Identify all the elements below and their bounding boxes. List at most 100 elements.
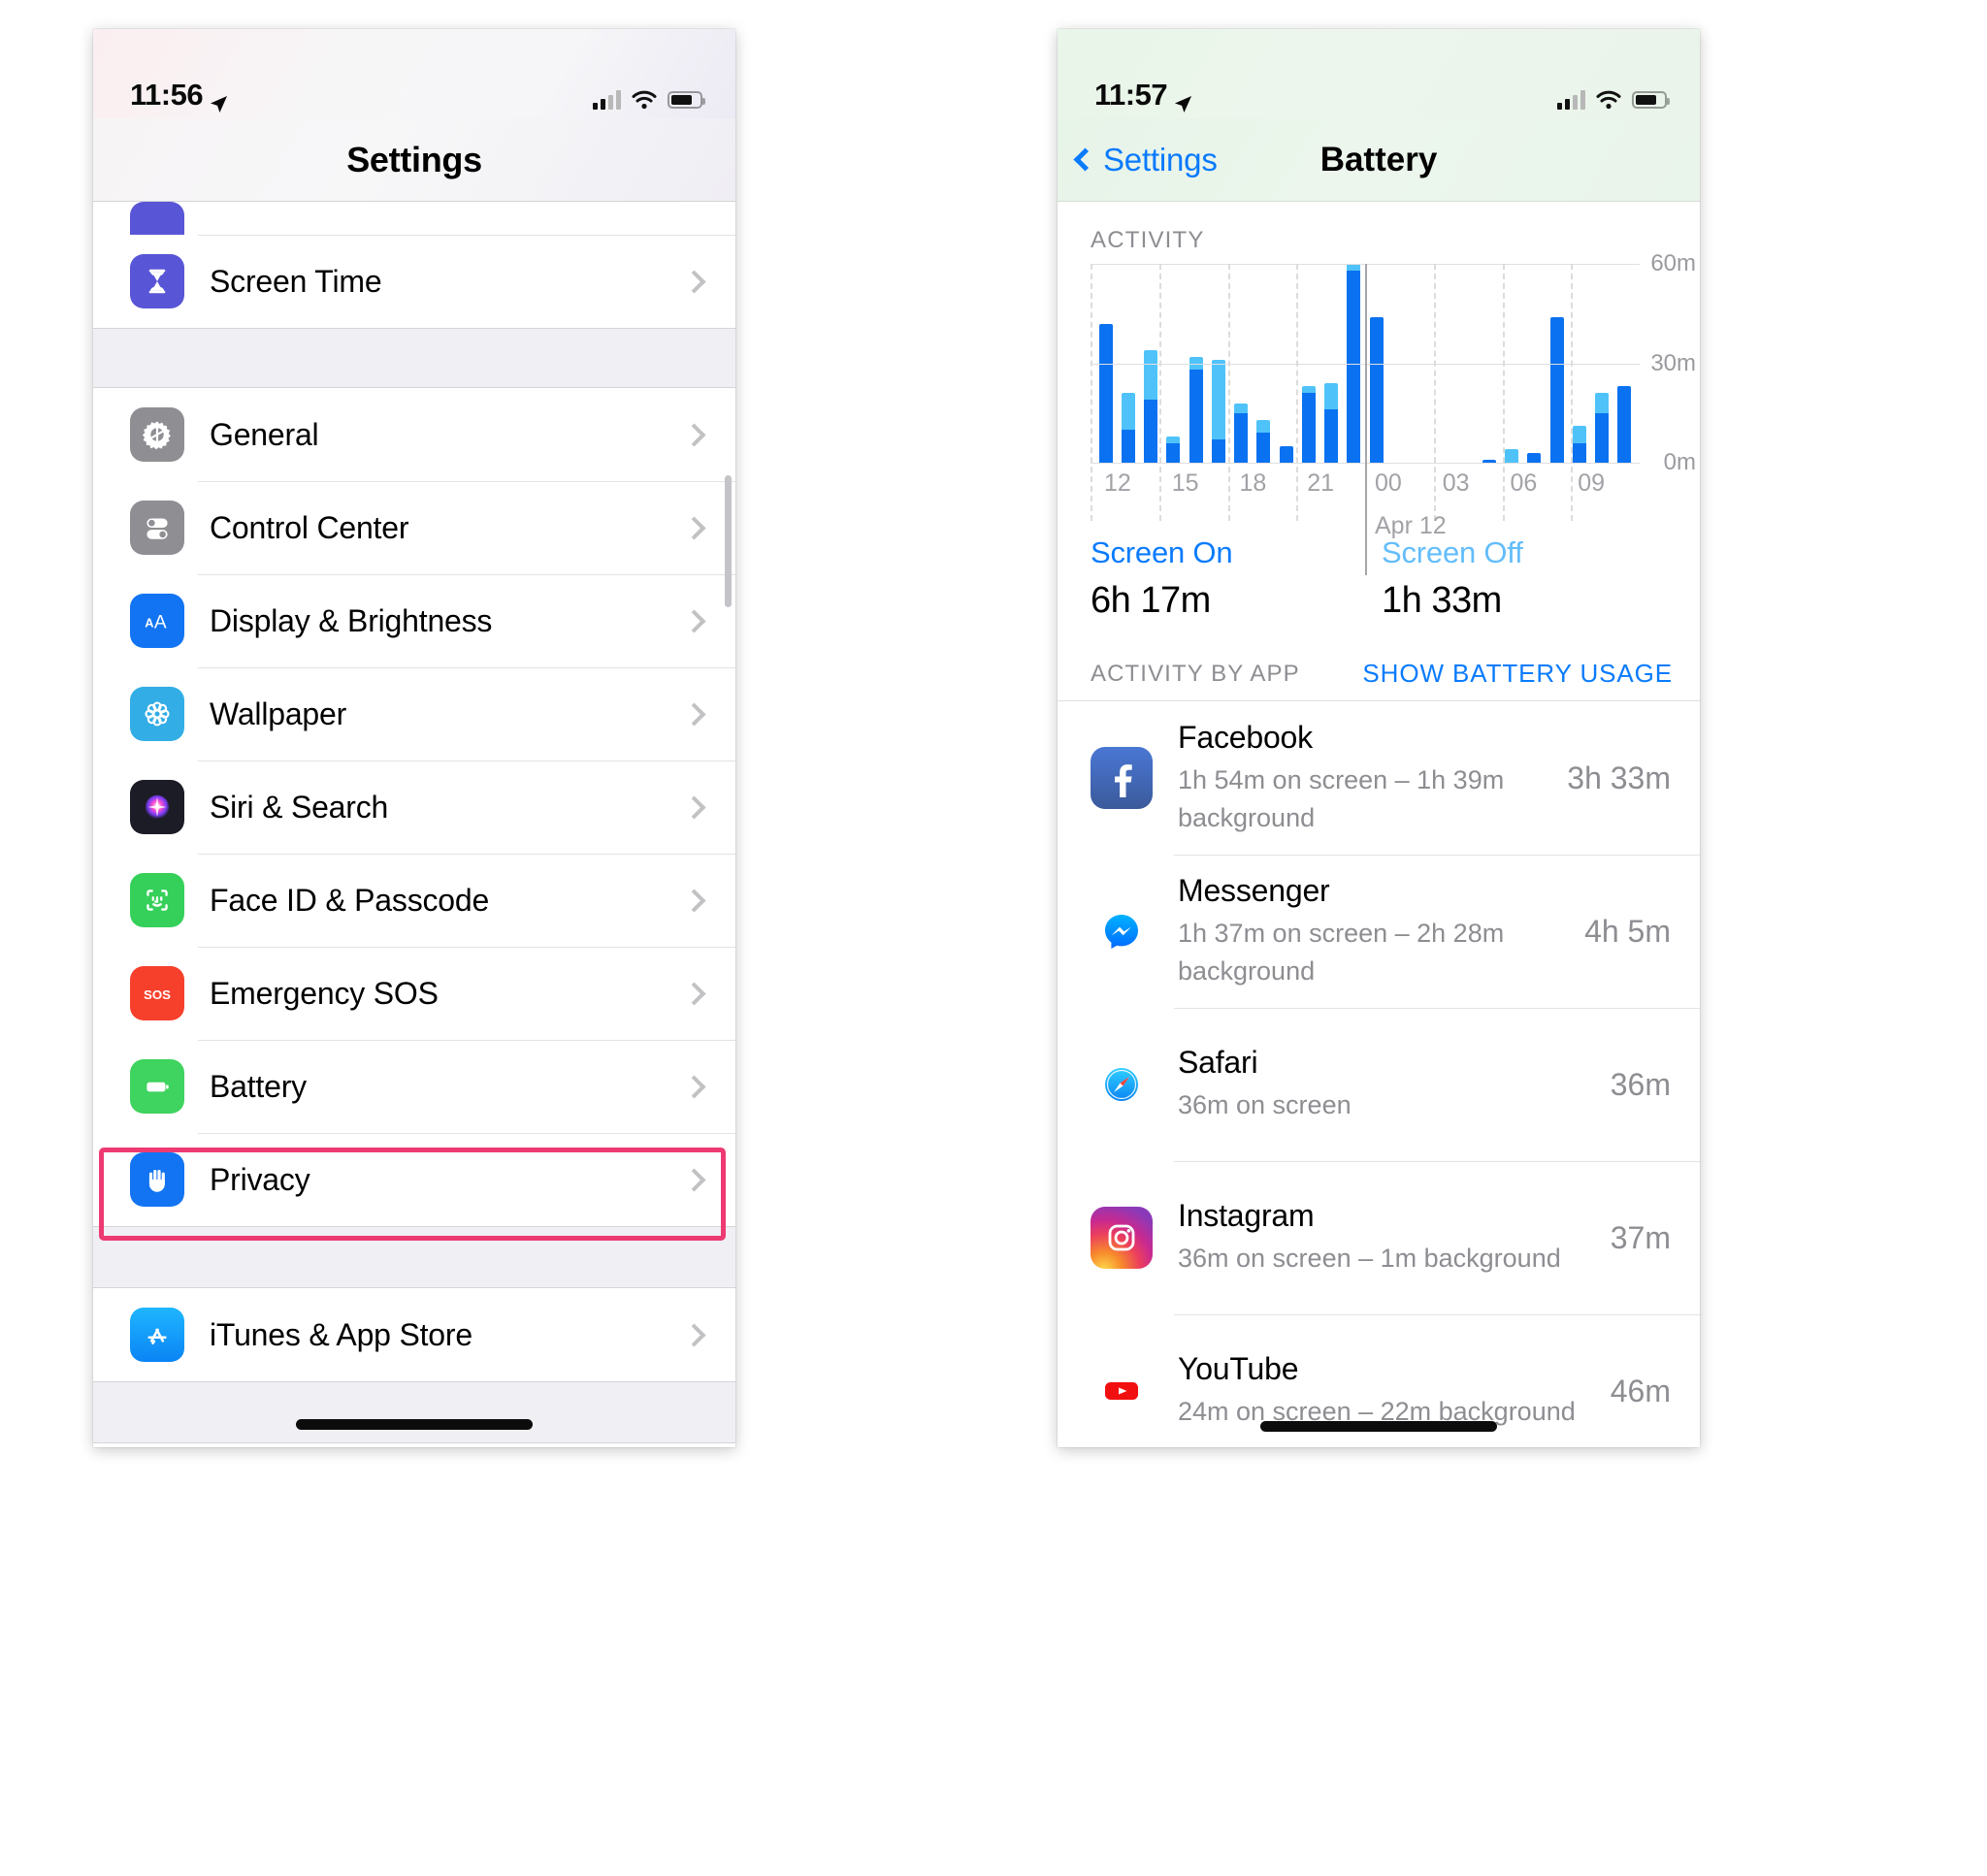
chart-x-tick-label: 21 [1307, 469, 1335, 497]
sidebar-item-screen-time[interactable]: Screen Time [93, 235, 735, 328]
location-arrow-icon [210, 86, 228, 113]
svg-text:SOS: SOS [144, 987, 171, 1002]
battery-icon [668, 90, 705, 109]
sidebar-item-label: Emergency SOS [210, 975, 439, 1011]
chart-x-tick-label: 15 [1171, 469, 1199, 497]
navigation-bar: Settings [93, 118, 735, 202]
activity-by-app-label: ACTIVITY BY APP [1091, 660, 1300, 687]
sidebar-item-wallpaper[interactable]: Wallpaper [93, 667, 735, 760]
activity-by-app-header-row: ACTIVITY BY APP SHOW BATTERY USAGE [1058, 622, 1700, 701]
list-item[interactable]: Safari 36m on screen 36m [1058, 1008, 1700, 1161]
sidebar-item-label: Battery [210, 1068, 307, 1104]
screenshot-stage: 11:56 Settings Screen Time General Contr… [0, 0, 1987, 1876]
chart-bar [1121, 393, 1135, 463]
chart-x-tick-label: 03 [1442, 469, 1470, 497]
scrollbar[interactable] [725, 475, 732, 607]
iphone-battery-screen: 11:57 Settings Battery ACTIVITY 0m 30m 6… [1058, 29, 1700, 1447]
list-group-separator [93, 328, 735, 388]
sidebar-item-display-brightness[interactable]: A A Display & Brightness [93, 574, 735, 667]
chart-bar-segment-screen-on [1144, 400, 1158, 463]
chart-bar-segment-screen-on [1549, 316, 1564, 463]
sidebar-item-general[interactable]: General [93, 388, 735, 481]
page-title: Settings [346, 139, 482, 179]
toggles-icon [130, 501, 184, 555]
show-battery-usage-button[interactable]: SHOW BATTERY USAGE [1362, 659, 1673, 689]
sidebar-item-privacy[interactable]: Privacy [93, 1133, 735, 1226]
chart-bar-segment-screen-off [1256, 419, 1271, 434]
app-name: Instagram [1178, 1198, 1315, 1234]
chart-bar [1098, 323, 1113, 463]
chart-bar [1256, 419, 1271, 463]
chart-bar [1505, 449, 1519, 463]
instagram-icon [1091, 1207, 1153, 1269]
sidebar-item-emergency-sos[interactable]: SOS Emergency SOS [93, 947, 735, 1040]
battery-content: ACTIVITY 0m 30m 60m 12 15 18 21 00 03 06 09 Apr 1… [1058, 202, 1700, 1447]
chart-y-tick-label: 60m [1650, 250, 1696, 276]
settings-row-partial[interactable] [93, 202, 735, 235]
chart-plot-area: 0m 30m 60m [1091, 250, 1696, 575]
chart-bar-segment-screen-on [1098, 323, 1113, 463]
flower-icon [130, 687, 184, 741]
sidebar-item-passwords-accounts[interactable]: Passwords & Accounts [93, 1443, 735, 1447]
chart-bar [1301, 386, 1316, 463]
chart-bar-segment-screen-off [1211, 360, 1225, 440]
chart-x-tick-label: 09 [1578, 469, 1606, 497]
chart-bar-segment-screen-off [1572, 426, 1586, 443]
svg-text:A: A [154, 612, 167, 632]
settings-list[interactable]: Screen Time General Control Center A A D… [93, 202, 735, 1447]
list-item[interactable]: Facebook 1h 54m on screen – 1h 39m backg… [1058, 701, 1700, 855]
gear-icon [130, 407, 184, 462]
list-item-text: Instagram 36m on screen – 1m background [1178, 1198, 1597, 1277]
chart-bar [1369, 316, 1384, 463]
activity-section-header: ACTIVITY [1091, 227, 1205, 253]
chart-x-tick-label: 06 [1510, 469, 1538, 497]
chart-bar [1144, 349, 1158, 463]
chart-bar-segment-screen-on [1121, 429, 1135, 463]
home-indicator [1260, 1421, 1497, 1432]
chart-bar-segment-screen-on [1595, 412, 1610, 463]
list-item[interactable]: Messenger 1h 37m on screen – 2h 28m back… [1058, 855, 1700, 1008]
status-bar-indicators [1557, 89, 1670, 113]
chart-bar-segment-screen-on [1211, 439, 1225, 463]
battery-settings-icon [130, 1059, 184, 1114]
list-group-separator [93, 1381, 735, 1443]
sidebar-item-face-id-passcode[interactable]: Face ID & Passcode [93, 854, 735, 947]
chart-x-tick-label: 12 [1104, 469, 1131, 497]
hand-icon [130, 1152, 184, 1207]
hourglass-icon [130, 254, 184, 308]
navigation-bar: Settings Battery [1058, 118, 1700, 202]
chart-x-tick-label: 18 [1239, 469, 1267, 497]
sidebar-item-label: General [210, 416, 319, 452]
cellular-signal-icon [593, 89, 621, 110]
sidebar-item-control-center[interactable]: Control Center [93, 481, 735, 574]
status-bar-time-group: 11:57 [1094, 78, 1192, 113]
chevron-left-icon [1073, 147, 1097, 172]
chart-bar [1527, 452, 1542, 463]
back-button[interactable]: Settings [1073, 142, 1218, 178]
chart-bar-segment-screen-on [1301, 393, 1316, 463]
sidebar-item-siri-search[interactable]: Siri & Search [93, 760, 735, 854]
chart-bar [1572, 426, 1586, 463]
chart-bar-segment-screen-off [1121, 393, 1135, 430]
sidebar-item-label: Wallpaper [210, 695, 347, 731]
app-usage-detail: 1h 37m on screen – 2h 28m background [1178, 919, 1505, 986]
list-item[interactable]: Instagram 36m on screen – 1m background … [1058, 1161, 1700, 1314]
svg-text:A: A [145, 615, 153, 630]
screen-on-block: Screen On 6h 17m [1091, 535, 1382, 622]
status-bar-time: 11:56 [130, 78, 204, 112]
app-usage-detail: 36m on screen – 1m background [1178, 1244, 1561, 1274]
app-total-time: 46m [1610, 1373, 1671, 1408]
location-arrow-icon [1174, 86, 1192, 113]
sidebar-item-label: Control Center [210, 509, 409, 545]
chart-bar-segment-screen-off [1166, 436, 1181, 443]
status-bar: 11:57 [1058, 29, 1700, 118]
sidebar-item-battery[interactable]: Battery [93, 1040, 735, 1133]
chart-bar-segment-screen-on [1347, 270, 1361, 463]
screen-off-value: 1h 33m [1382, 580, 1502, 621]
list-group-separator [93, 1226, 735, 1288]
chevron-right-icon [682, 1322, 706, 1347]
facebook-icon [1091, 747, 1153, 809]
cellular-signal-icon [1557, 89, 1585, 110]
sidebar-item-itunes-app-store[interactable]: iTunes & App Store [93, 1288, 735, 1381]
chart-x-tick-label: 00 [1375, 469, 1402, 497]
